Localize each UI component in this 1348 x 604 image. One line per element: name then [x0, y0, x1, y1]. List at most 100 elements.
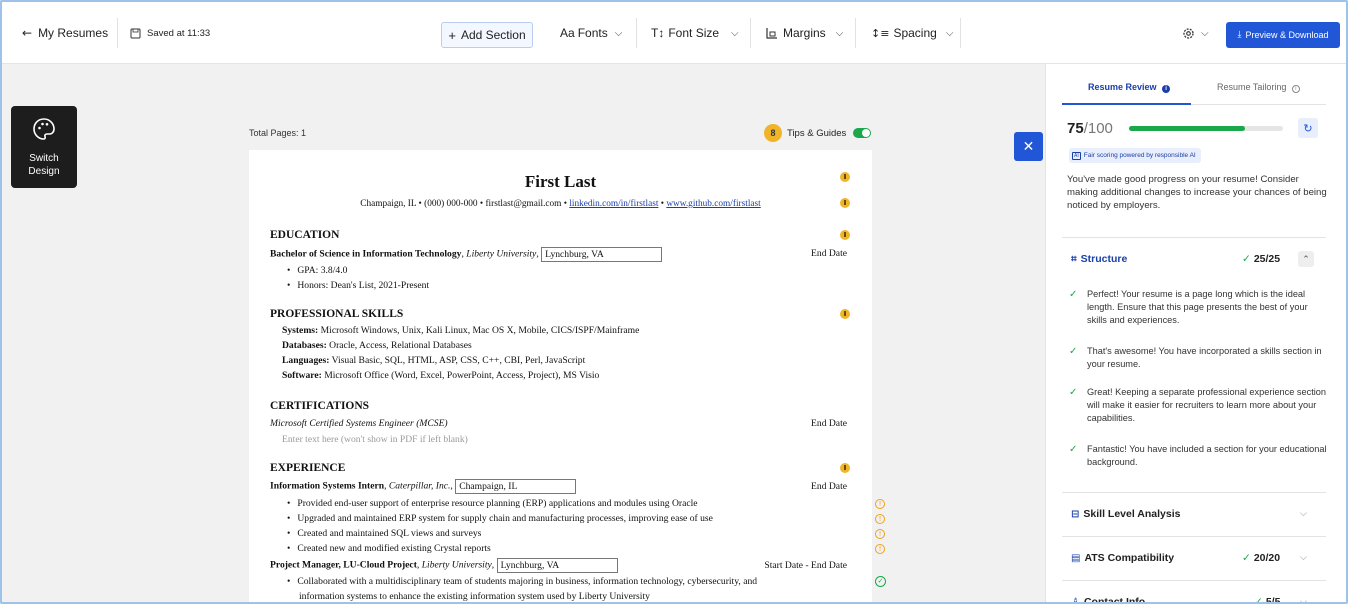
contact-text: Champaign, IL • (000) 000-000 • firstlas… — [360, 199, 570, 209]
switch-design-line2: Design — [28, 166, 60, 177]
certifications-heading[interactable]: CERTIFICATIONS — [270, 400, 369, 412]
switch-design-button[interactable]: Switch Design — [11, 106, 77, 188]
education-date[interactable]: End Date — [811, 248, 847, 259]
palette-icon — [33, 118, 55, 140]
lightbulb-icon[interactable] — [840, 230, 850, 240]
tab-resume-review[interactable]: Resume Review i — [1088, 82, 1171, 93]
list-item[interactable]: GPA: 3.8/4.0 — [287, 265, 347, 276]
ats-section-header[interactable]: ▤ ATS Compatibility — [1071, 552, 1174, 564]
list-item[interactable]: Honors: Dean's List, 2021-Present — [287, 280, 429, 291]
job-date[interactable]: Start Date - End Date — [764, 560, 847, 571]
check-circle-icon[interactable]: ✓ — [875, 576, 886, 587]
list-item-continuation[interactable]: information systems to enhance the exist… — [299, 591, 650, 602]
score-progress-fill — [1129, 126, 1245, 131]
job-title: Information Systems Intern — [270, 480, 385, 492]
margins-label: Margins — [783, 26, 826, 40]
feedback-text: Perfect! Your resume is a page long whic… — [1087, 289, 1308, 325]
lightbulb-icon[interactable] — [840, 172, 850, 182]
list-item[interactable]: Upgraded and maintained ERP system for s… — [287, 513, 713, 524]
section-label: ATS Compatibility — [1084, 552, 1175, 564]
feedback-text: That's awesome! You have incorporated a … — [1087, 346, 1322, 369]
structure-section-header[interactable]: ⌗ Structure — [1071, 253, 1127, 265]
contact-info-section-header[interactable]: ♙ Contact Info — [1071, 596, 1146, 604]
check-icon: ✓ — [1069, 289, 1078, 300]
location-field[interactable]: Lynchburg, VA — [496, 558, 618, 573]
list-item[interactable]: Collaborated with a multidisciplinary te… — [287, 576, 757, 587]
job-entry[interactable]: Project Manager, LU-Cloud Project, Liber… — [270, 558, 618, 573]
skill-row[interactable]: Databases: Oracle, Access, Relational Da… — [282, 340, 472, 351]
divider — [1062, 492, 1326, 493]
collapse-button[interactable]: ⌃ — [1298, 251, 1314, 267]
location-field[interactable]: Champaign, IL — [455, 479, 577, 494]
fonts-label: Fonts — [577, 26, 608, 40]
ai-note: Fair scoring powered by responsible AI — [1083, 152, 1196, 159]
add-section-label: Add Section — [460, 28, 526, 42]
spacing-label: Spacing — [893, 26, 937, 40]
chevron-down-icon[interactable]: ⌵ — [1300, 508, 1307, 519]
github-link[interactable]: www.github.com/firstlast — [666, 199, 760, 209]
job-entry[interactable]: Information Systems Intern, Caterpillar,… — [270, 479, 577, 494]
toolbar: ← My Resumes Saved at 11:33 + Add Sectio… — [2, 2, 1346, 64]
skill-label: Software: — [282, 370, 322, 381]
list-item[interactable]: Created and maintained SQL views and sur… — [287, 528, 481, 539]
skill-level-section-header[interactable]: ⊟ Skill Level Analysis — [1071, 508, 1180, 520]
school: Liberty University — [466, 248, 537, 260]
check-icon: ✓ — [1069, 346, 1078, 357]
skill-value: Oracle, Access, Relational Databases — [326, 340, 472, 351]
skill-row[interactable]: Systems: Microsoft Windows, Unix, Kali L… — [282, 325, 639, 336]
job-date[interactable]: End Date — [811, 481, 847, 492]
certification-name[interactable]: Microsoft Certified Systems Engineer (MC… — [270, 418, 448, 429]
ats-score: ✓ 20/20 — [1242, 552, 1280, 564]
skill-row[interactable]: Software: Microsoft Office (Word, Excel,… — [282, 370, 599, 381]
margins-icon — [766, 27, 777, 39]
cert-description-placeholder[interactable]: Enter text here (won't show in PDF if le… — [282, 434, 468, 445]
tab-label: Resume Review — [1088, 82, 1157, 92]
education-heading[interactable]: EDUCATION — [270, 229, 339, 241]
back-to-resumes-button[interactable]: ← My Resumes — [22, 2, 108, 64]
list-item[interactable]: Provided end-user support of enterprise … — [287, 498, 697, 509]
skills-heading[interactable]: PROFESSIONAL SKILLS — [270, 308, 403, 320]
preview-download-button[interactable]: ⤓ Preview & Download — [1226, 22, 1340, 48]
lightbulb-icon[interactable] — [840, 309, 850, 319]
spacing-dropdown[interactable]: ↕≡ Spacing ⌵ — [871, 2, 953, 64]
warning-icon[interactable]: ! — [875, 514, 885, 524]
skill-row[interactable]: Languages: Visual Basic, SQL, HTML, ASP,… — [282, 355, 585, 366]
warning-icon[interactable]: ! — [875, 529, 885, 539]
lightbulb-icon[interactable] — [840, 463, 850, 473]
toggle-switch[interactable] — [853, 128, 872, 138]
add-section-button[interactable]: + Add Section — [441, 22, 533, 48]
line-spacing-icon: ↕≡ — [871, 26, 890, 40]
close-panel-button[interactable]: ✕ — [1014, 132, 1043, 161]
warning-icon[interactable]: ! — [875, 499, 885, 509]
cert-text: Microsoft Certified Systems Engineer (MC… — [270, 418, 448, 429]
resume-contact[interactable]: Champaign, IL • (000) 000-000 • firstlas… — [249, 199, 872, 209]
score-value: 75 — [1067, 120, 1084, 137]
feedback-text: Great! Keeping a separate professional e… — [1087, 387, 1327, 423]
section-label: Contact Info — [1083, 596, 1146, 604]
tab-resume-tailoring[interactable]: Resume Tailoring i — [1217, 82, 1300, 93]
warning-icon[interactable]: ! — [875, 544, 885, 554]
lightbulb-icon[interactable] — [840, 198, 850, 208]
font-size-dropdown[interactable]: T↕ Font Size ⌵ — [651, 2, 739, 64]
tips-guides-toggle[interactable]: 8 Tips & Guides — [764, 124, 872, 142]
settings-dropdown[interactable]: ⌵ — [1182, 2, 1209, 64]
list-item[interactable]: Created new and modified existing Crysta… — [287, 543, 490, 554]
certification-date[interactable]: End Date — [811, 418, 847, 429]
fonts-dropdown[interactable]: Aa Fonts ⌵ — [560, 2, 622, 64]
chevron-down-icon[interactable]: ⌵ — [1300, 596, 1307, 602]
company: Liberty University — [421, 559, 492, 571]
chevron-down-icon: ⌵ — [945, 27, 954, 39]
location-field[interactable]: Lynchburg, VA — [541, 247, 663, 262]
education-entry[interactable]: Bachelor of Science in Information Techn… — [270, 247, 663, 262]
info-icon: i — [1291, 85, 1300, 93]
refresh-button[interactable]: ↻ — [1298, 118, 1318, 138]
margins-dropdown[interactable]: Margins ⌵ — [765, 2, 843, 64]
linkedin-link[interactable]: linkedin.com/in/firstlast — [569, 199, 658, 209]
divider — [636, 18, 637, 48]
review-summary: You've made good progress on your resume… — [1067, 174, 1327, 211]
chevron-down-icon[interactable]: ⌵ — [1300, 552, 1307, 563]
score-text: 25/25 — [1253, 253, 1281, 265]
close-icon: ✕ — [1022, 138, 1035, 155]
experience-heading[interactable]: EXPERIENCE — [270, 462, 345, 474]
resume-name[interactable]: First Last — [249, 172, 872, 192]
